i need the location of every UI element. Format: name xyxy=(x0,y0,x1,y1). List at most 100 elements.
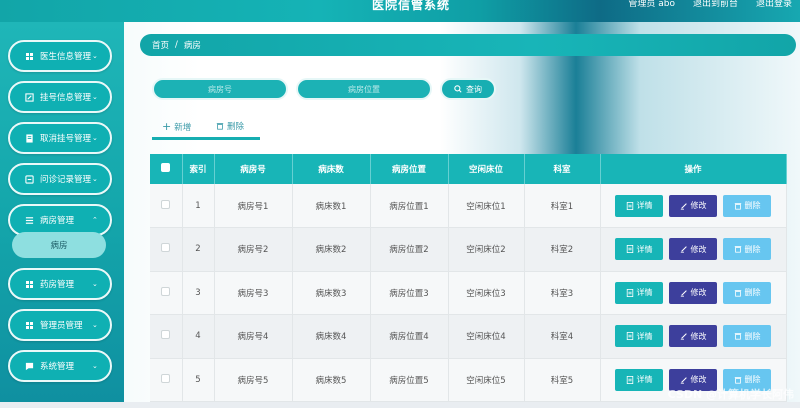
delete-button[interactable]: 删除 xyxy=(723,325,771,348)
pencil-icon xyxy=(680,376,687,384)
row-checkbox[interactable] xyxy=(150,184,183,228)
table-cell: 病房位置2 xyxy=(370,227,449,272)
detail-button-label: 详情 xyxy=(636,375,653,385)
table-cell: 病床数1 xyxy=(292,184,371,228)
breadcrumb-current: 病房 xyxy=(183,41,201,51)
sidebar-item-label: 药房管理 xyxy=(40,280,75,290)
delete-button-label: 删除 xyxy=(744,331,761,341)
table-cell: 5 xyxy=(182,358,215,402)
detail-button[interactable]: 详情 xyxy=(615,194,663,217)
logout-link[interactable]: 退出登录 xyxy=(756,0,792,9)
table-cell: 科室5 xyxy=(524,358,601,402)
table-cell: 科室2 xyxy=(524,227,601,272)
trash-icon xyxy=(734,333,741,340)
header-free-beds: 空闲床位 xyxy=(448,154,525,184)
sidebar-item-label: 系统管理 xyxy=(40,362,75,372)
table-cell: 病房位置5 xyxy=(370,358,449,402)
sidebar-subitem-ward[interactable]: 病房 xyxy=(12,232,106,258)
detail-button[interactable]: 详情 xyxy=(615,368,663,391)
trash-icon xyxy=(734,289,741,297)
admin-user-link[interactable]: 管理员 abo xyxy=(628,0,675,9)
search-icon xyxy=(454,85,462,93)
detail-button[interactable]: 详情 xyxy=(615,281,663,304)
table-header-row: 索引 病房号 病床数 病房位置 空闲床位 科室 操作 xyxy=(150,154,787,184)
sidebar-item-doctor-info[interactable]: 医生信息管理 ⌄ xyxy=(8,40,112,72)
sidebar-item-label: 问诊记录管理 xyxy=(40,175,92,185)
batch-delete-button[interactable]: 删除 xyxy=(216,120,244,132)
document-icon xyxy=(626,201,633,210)
header-bed-count: 病床数 xyxy=(292,154,371,184)
row-checkbox[interactable] xyxy=(150,271,183,315)
select-all-checkbox[interactable] xyxy=(150,154,183,184)
edit-button-label: 修改 xyxy=(690,244,707,254)
table-cell: 空闲床位4 xyxy=(448,314,525,359)
table-cell: 4 xyxy=(182,314,215,359)
add-button[interactable]: + 新增 xyxy=(162,120,191,133)
sidebar: 医生信息管理 ⌄ 挂号信息管理 ⌄ 取消挂号管理 ⌄ 问诊记录管理 ⌄ 病房管理… xyxy=(0,22,124,408)
edit-icon xyxy=(24,92,34,102)
header-index: 索引 xyxy=(182,154,215,184)
ward-number-input[interactable]: 病房号 xyxy=(152,78,288,100)
trash-icon xyxy=(216,123,224,130)
detail-button-label: 详情 xyxy=(636,244,653,254)
chevron-down-icon: ⌄ xyxy=(92,175,98,183)
breadcrumb-home[interactable]: 首页 xyxy=(152,39,169,51)
table-cell: 病床数2 xyxy=(292,227,371,272)
table-cell: 科室3 xyxy=(524,271,601,315)
table-cell: 空闲床位1 xyxy=(448,184,525,228)
top-header: 医院信管系统 管理员 abo 退出到前台 退出登录 xyxy=(0,0,800,22)
breadcrumb: 首页 / 病房 xyxy=(140,34,796,56)
document-icon xyxy=(626,375,633,384)
edit-button-label: 修改 xyxy=(690,331,707,341)
ward-location-input[interactable]: 病房位置 xyxy=(296,78,432,100)
row-operations: 详情 修改 删除 xyxy=(600,314,787,359)
detail-button[interactable]: 详情 xyxy=(615,238,663,261)
taskbar xyxy=(0,402,800,408)
row-checkbox[interactable] xyxy=(150,358,183,402)
sidebar-item-registration-info[interactable]: 挂号信息管理 ⌄ xyxy=(8,81,112,113)
detail-button-label: 详情 xyxy=(636,331,653,341)
back-to-frontend-link[interactable]: 退出到前台 xyxy=(693,0,738,9)
sidebar-item-pharmacy[interactable]: 药房管理 ⌄ xyxy=(8,268,112,300)
sidebar-item-admin[interactable]: 管理员管理 ⌄ xyxy=(8,309,112,341)
search-button-label: 查询 xyxy=(466,84,482,94)
row-operations: 详情 修改 删除 xyxy=(600,184,787,228)
delete-button[interactable]: 删除 xyxy=(723,194,771,217)
grid-icon xyxy=(24,280,34,288)
chevron-up-icon: ⌃ xyxy=(92,216,98,224)
chat-icon xyxy=(24,362,34,371)
row-checkbox[interactable] xyxy=(150,314,183,359)
row-checkbox[interactable] xyxy=(150,227,183,272)
search-button[interactable]: 查询 xyxy=(440,78,496,100)
table-cell: 空闲床位2 xyxy=(448,227,525,272)
sidebar-item-label: 挂号信息管理 xyxy=(40,93,92,103)
chevron-down-icon: ⌄ xyxy=(92,280,98,288)
table-row: 4 病房号4 病床数4 病房位置4 空闲床位4 科室4 详情 修改 删除 xyxy=(150,314,787,359)
edit-button[interactable]: 修改 xyxy=(669,281,717,304)
chevron-down-icon: ⌄ xyxy=(92,362,98,370)
table-cell: 病房位置3 xyxy=(370,271,449,315)
plus-icon: + xyxy=(162,120,172,133)
sidebar-item-cancel-registration[interactable]: 取消挂号管理 ⌄ xyxy=(8,122,112,154)
table-cell: 3 xyxy=(182,271,215,315)
delete-button-label: 删除 xyxy=(744,288,761,298)
record-icon xyxy=(24,174,34,184)
sidebar-item-label: 医生信息管理 xyxy=(40,52,92,62)
breadcrumb-separator: / xyxy=(175,40,178,50)
delete-button[interactable]: 删除 xyxy=(723,281,771,304)
detail-button[interactable]: 详情 xyxy=(615,325,663,348)
trash-icon xyxy=(734,202,741,210)
header-ward-location: 病房位置 xyxy=(370,154,449,184)
edit-button[interactable]: 修改 xyxy=(669,325,717,348)
table-cell: 病床数4 xyxy=(292,314,371,359)
edit-button[interactable]: 修改 xyxy=(669,238,717,261)
document-icon xyxy=(626,288,633,297)
edit-button[interactable]: 修改 xyxy=(669,194,717,217)
delete-button[interactable]: 删除 xyxy=(723,238,771,261)
chevron-down-icon: ⌄ xyxy=(92,134,98,142)
sidebar-item-system[interactable]: 系统管理 ⌄ xyxy=(8,350,112,382)
table-cell: 病床数3 xyxy=(292,271,371,315)
trash-icon xyxy=(734,376,741,384)
sidebar-item-consultation-records[interactable]: 问诊记录管理 ⌄ xyxy=(8,163,112,195)
table-cell: 1 xyxy=(182,184,215,228)
